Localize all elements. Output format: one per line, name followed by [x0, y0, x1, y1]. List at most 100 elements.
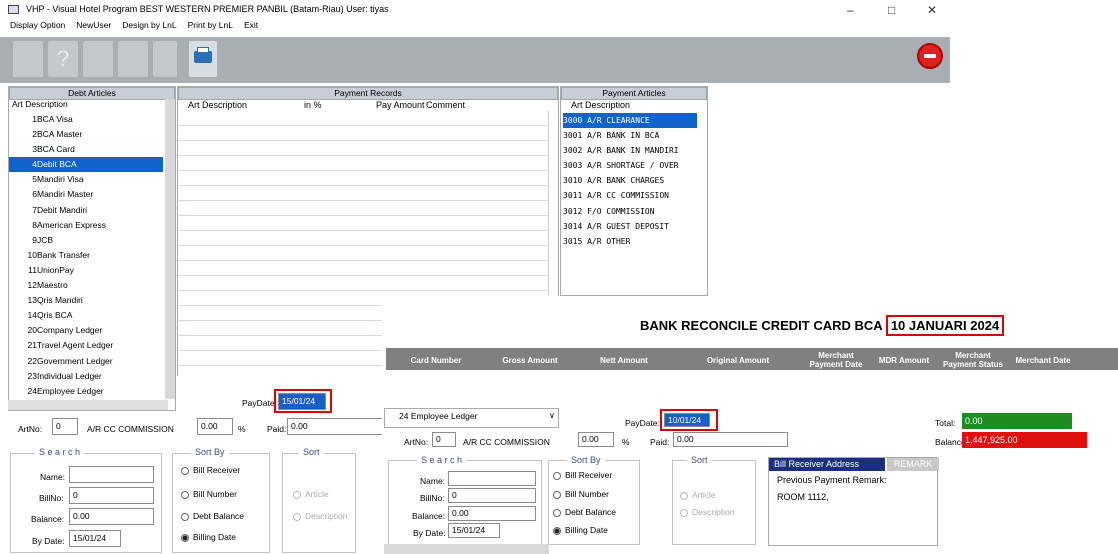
maximize-button[interactable]: □	[888, 3, 895, 17]
toolbar: ?	[0, 37, 950, 83]
radio-billing-date[interactable]: Billing Date	[181, 532, 236, 542]
debt-list-item[interactable]: 14Qris BCA	[9, 308, 163, 323]
debt-item-no: 2	[32, 129, 37, 140]
debt-list-item[interactable]: 6Mandiri Master	[9, 187, 163, 202]
radio-article-2[interactable]: Article	[680, 490, 716, 500]
payart-list-item[interactable]: 3002 A/R BANK IN MANDIRI	[563, 143, 697, 158]
remark-tab[interactable]: REMARK	[887, 458, 939, 471]
debt-item-desc: Employee Ledger	[37, 385, 104, 396]
bydate-field[interactable]: 15/01/24	[69, 530, 121, 547]
debt-list-item[interactable]: 20Company Ledger	[9, 323, 163, 338]
paid-field[interactable]: 0.00	[287, 418, 383, 435]
debt-item-no: 5	[32, 174, 37, 185]
debt-list-item[interactable]: 21Travel Agent Ledger	[9, 338, 163, 353]
payart-list-item[interactable]: 3011 A/R CC COMMISSION	[563, 188, 697, 203]
debt-list-item[interactable]: 13Qris Mandiri	[9, 293, 163, 308]
paid-field-2[interactable]: 0.00	[673, 432, 788, 447]
debt-list-item[interactable]: 24Employee Ledger	[9, 384, 163, 399]
menu-design-lnl[interactable]: Design by LnL	[122, 20, 176, 30]
payment-articles-panel: Payment Articles Art Description 3000 A/…	[560, 86, 708, 296]
report-col-header: MDR Amount	[870, 350, 938, 370]
debt-list-item[interactable]: 10Bank Transfer	[9, 248, 163, 263]
artno-field-2[interactable]: 0	[432, 432, 456, 447]
radio-article[interactable]: Article	[293, 489, 329, 499]
debt-list-item[interactable]: 22Government Ledger	[9, 354, 163, 369]
menu-display-option[interactable]: Display Option	[10, 20, 65, 30]
radio-debt-balance-2[interactable]: Debt Balance	[553, 507, 616, 517]
debt-list-item[interactable]: 2BCA Master	[9, 127, 163, 142]
debt-item-desc: JCB	[37, 234, 54, 245]
debt-scrollbar[interactable]	[165, 99, 175, 399]
menu-print-lnl[interactable]: Print by LnL	[188, 20, 233, 30]
billno-field[interactable]: 0	[69, 487, 154, 504]
radio-description-2[interactable]: Description	[680, 507, 735, 517]
debt-list-item[interactable]: 5Mandiri Visa	[9, 172, 163, 187]
bydate-label: By Date:	[32, 536, 65, 546]
billno-label: BillNo:	[39, 493, 64, 503]
debt-list-item[interactable]: 23Individual Ledger	[9, 369, 163, 384]
stop-icon[interactable]	[917, 43, 943, 69]
name-field[interactable]	[69, 466, 154, 483]
payment-icon[interactable]	[189, 41, 217, 77]
debt-item-desc: BCA Visa	[37, 114, 73, 124]
payart-list-item[interactable]: 3000 A/R CLEARANCE	[563, 113, 697, 129]
paydate-highlight	[274, 389, 332, 413]
radio-description[interactable]: Description	[293, 511, 348, 521]
minimize-button[interactable]: –	[847, 3, 854, 17]
sort-group: Sort	[282, 447, 356, 553]
report-date: 10 JANUARI 2024	[885, 315, 1005, 336]
menu-exit[interactable]: Exit	[244, 20, 258, 30]
copy-icon[interactable]	[118, 41, 148, 77]
debt-list-item[interactable]: 3BCA Card	[9, 142, 163, 157]
edit-icon[interactable]	[83, 41, 113, 77]
debt-item-desc: Individual Ledger	[37, 370, 102, 381]
payart-list-item[interactable]: 3014 A/R GUEST DEPOSIT	[563, 219, 697, 234]
payart-col-header: Art Description	[571, 100, 631, 110]
debt-list-item[interactable]: 1BCA Visa	[9, 112, 163, 127]
report-title-text: BANK RECONCILE CREDIT CARD BCA	[640, 318, 883, 333]
debt-item-no: 11	[28, 264, 37, 275]
artno-field[interactable]: 0	[52, 418, 78, 435]
radio-bill-number[interactable]: Bill Number	[181, 489, 237, 499]
percent-field-2[interactable]: 0.00	[578, 432, 614, 447]
radio-debt-balance[interactable]: Debt Balance	[181, 511, 244, 521]
debt-list-item[interactable]: 7Debit Mandiri	[9, 203, 163, 218]
debt-list-item[interactable]: 8American Express	[9, 218, 163, 233]
debt-list-item[interactable]: 12Maestro	[9, 278, 163, 293]
balance-label: Balance:	[31, 514, 65, 524]
balance-field[interactable]: 0.00	[69, 508, 154, 525]
ledger-dropdown[interactable]: 24 Employee Ledger ∨	[384, 408, 559, 428]
debt-item-no: 14	[27, 310, 37, 321]
radio-billing-date-2[interactable]: Billing Date	[553, 525, 608, 535]
debt-list-item[interactable]: 4Debit BCA	[9, 157, 163, 173]
address-tab[interactable]: Bill Receiver Address	[769, 458, 885, 471]
total-field: 0.00	[962, 413, 1072, 429]
balance-label-2: Balance:	[412, 511, 446, 521]
help-icon[interactable]: ?	[48, 41, 78, 77]
balance-field-2[interactable]: 0.00	[448, 506, 536, 521]
payart-list-item[interactable]: 3003 A/R SHORTAGE / OVER	[563, 158, 697, 173]
bydate-field-2[interactable]: 15/01/24	[448, 523, 500, 538]
bottom-scrollbar[interactable]	[384, 544, 549, 554]
radio-bill-receiver[interactable]: Bill Receiver	[181, 465, 240, 475]
report-header-row: Card Number Gross Amount Nett Amount Origin…	[386, 348, 1118, 370]
radio-bill-receiver-2[interactable]: Bill Receiver	[553, 470, 612, 480]
menu-newuser[interactable]: NewUser	[76, 20, 111, 30]
report-col-header: Merchant Payment Date	[802, 350, 870, 370]
debt-articles-panel: Debt Articles Art Description 1BCA Visa 2…	[8, 86, 176, 411]
payart-list-item[interactable]: 3015 A/R OTHER	[563, 234, 697, 249]
debt-hscroll[interactable]	[8, 400, 168, 410]
close-button[interactable]: ✕	[927, 3, 937, 17]
new-icon[interactable]	[13, 41, 43, 77]
payart-list-item[interactable]: 3012 F/O COMMISSION	[563, 204, 697, 219]
delete-icon[interactable]	[153, 41, 177, 77]
percent-field[interactable]: 0.00	[197, 418, 233, 435]
payart-list-item[interactable]: 3001 A/R BANK IN BCA	[563, 128, 697, 143]
debt-list-item[interactable]: 11UnionPay	[9, 263, 163, 278]
payart-list-item[interactable]: 3010 A/R BANK CHARGES	[563, 173, 697, 188]
debt-list-item[interactable]: 9JCB	[9, 233, 163, 248]
billno-field-2[interactable]: 0	[448, 488, 536, 503]
name-field-2[interactable]	[448, 471, 536, 486]
paydate-highlight-2	[660, 409, 718, 431]
radio-bill-number-2[interactable]: Bill Number	[553, 489, 609, 499]
